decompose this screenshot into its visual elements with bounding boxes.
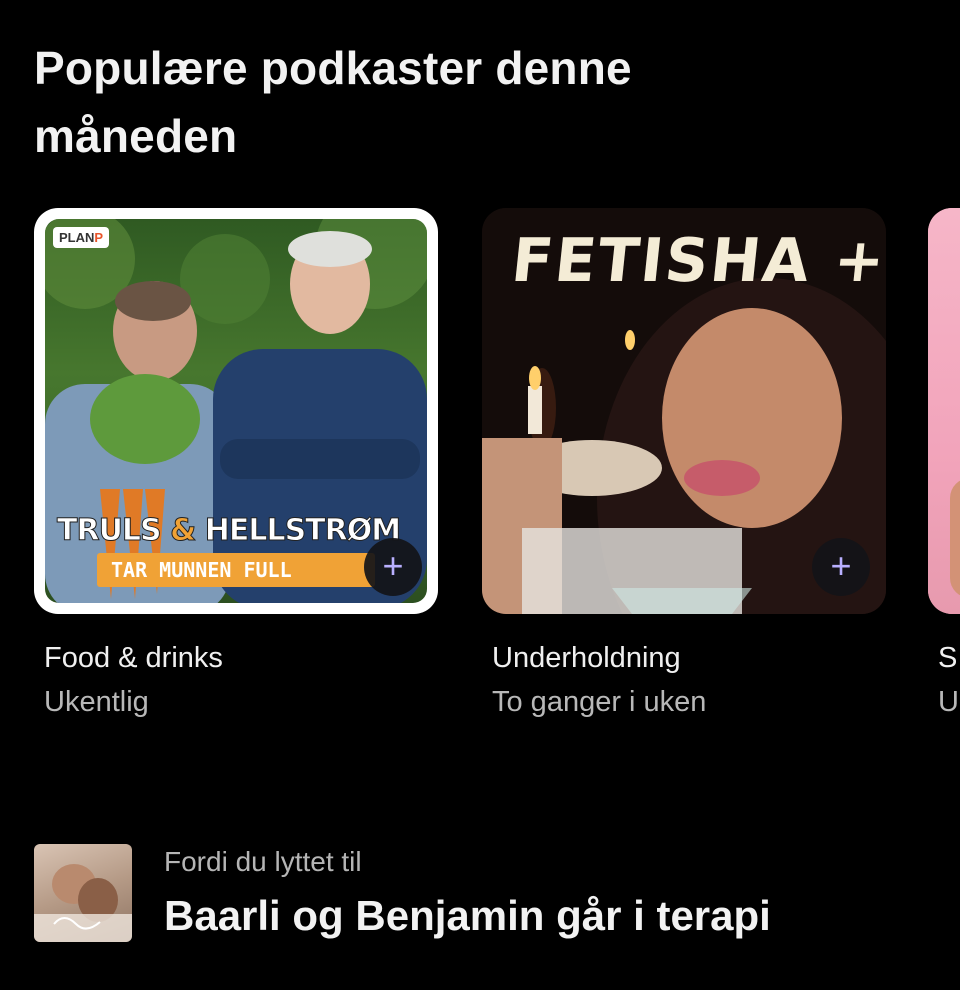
recommendation-title[interactable]: Baarli og Benjamin går i terapi <box>164 892 771 940</box>
podcast-meta-3: S U <box>938 636 960 724</box>
podcast-card-fetisha[interactable]: FETISHA +1 + <box>482 208 886 614</box>
cover-title: TRULS & HELLSTRØM <box>57 513 402 549</box>
recommendation-label: Fordi du lyttet til <box>164 846 362 877</box>
podcast-frequency: Ukentlig <box>44 686 149 718</box>
section-title: Populære podkaster denne måneden <box>34 42 632 162</box>
podcast-meta-2: Underholdning To ganger i uken <box>492 636 706 724</box>
cover-title: FETISHA +1 <box>508 226 886 296</box>
cover-face <box>950 478 960 598</box>
recommendation-thumbnail[interactable] <box>34 844 132 942</box>
plan-b-logo: PLANP <box>53 227 110 248</box>
podcast-card-truls-hellstrom[interactable]: PLANP TRULS & HELLSTRØM TAR MUNNEN FULL … <box>34 208 438 614</box>
podcast-frequency: U <box>938 686 959 718</box>
podcast-cover-art: PLANP TRULS & HELLSTRØM TAR MUNNEN FULL <box>45 219 427 603</box>
podcast-meta-1: Food & drinks Ukentlig <box>44 636 223 724</box>
podcast-category: Underholdning <box>492 642 681 674</box>
cover-subtitle: TAR MUNNEN FULL <box>97 553 375 587</box>
add-podcast-button[interactable]: + <box>812 538 870 596</box>
podcast-frequency: To ganger i uken <box>492 686 707 718</box>
podcast-category: Food & drinks <box>44 642 223 674</box>
add-podcast-button[interactable]: + <box>364 538 422 596</box>
podcast-category: S <box>938 642 958 674</box>
podcast-card-partial[interactable] <box>928 208 960 614</box>
